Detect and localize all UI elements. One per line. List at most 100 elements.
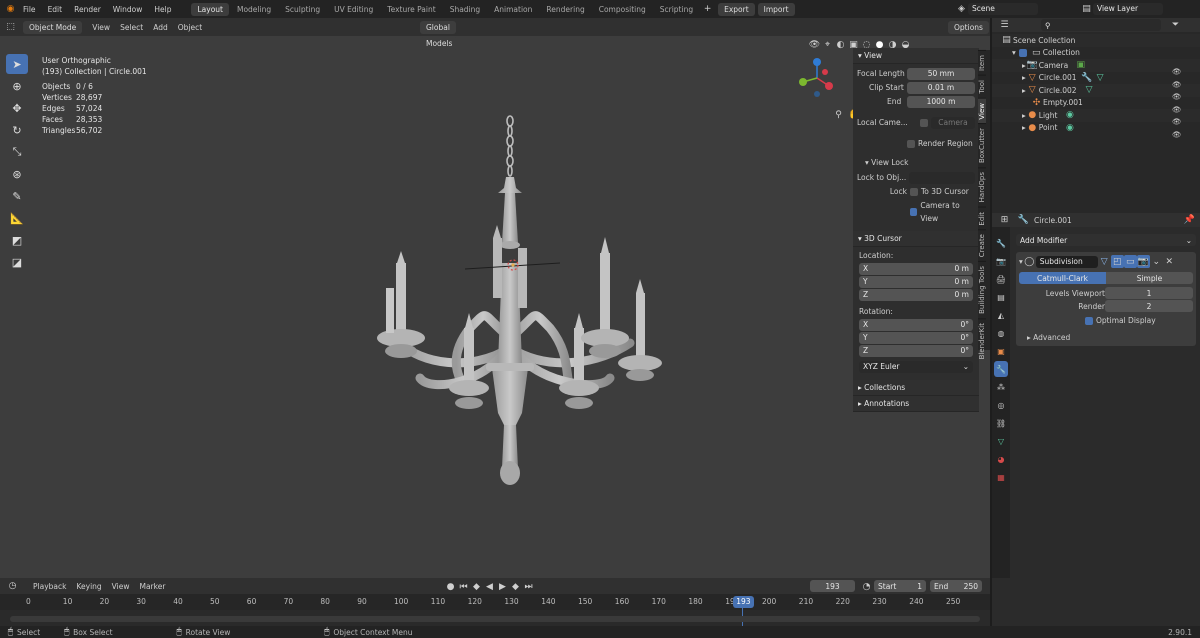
clip-end-field[interactable]: 1000 m: [907, 95, 975, 108]
scene-selector[interactable]: ◈ Scene: [955, 2, 1038, 15]
overlay-icon[interactable]: ◐: [834, 38, 847, 51]
camera-to-view-checkbox[interactable]: [910, 208, 918, 216]
viewport-menu-select[interactable]: Select: [120, 23, 143, 32]
modifier-wrench-icon[interactable]: 🔧: [1081, 71, 1094, 84]
visibility-eye-icon[interactable]: 👁: [1172, 79, 1182, 92]
collections-header[interactable]: ▸ Collections: [853, 380, 979, 396]
tab-create[interactable]: Create: [978, 229, 986, 262]
tab-scripting[interactable]: Scripting: [654, 3, 699, 16]
local-camera-checkbox[interactable]: [920, 118, 928, 127]
options-button[interactable]: Options: [948, 20, 989, 34]
move-tool-icon[interactable]: ✥: [6, 98, 28, 118]
cursor-tool-icon[interactable]: ⊕: [6, 76, 28, 96]
gizmo-icon[interactable]: ⌖: [821, 38, 834, 51]
modifier-props-icon[interactable]: 🔧: [994, 361, 1008, 377]
timeline-scrollbar[interactable]: [10, 616, 980, 622]
play-reverse-icon[interactable]: ◀: [483, 580, 496, 593]
tab-tool[interactable]: Tool: [978, 74, 986, 98]
tab-uv-editing[interactable]: UV Editing: [328, 3, 379, 16]
add-cube-tool-icon[interactable]: ◩: [6, 230, 28, 250]
mesh-data-icon[interactable]: ▽: [1083, 84, 1096, 97]
blender-logo-icon[interactable]: ◉: [4, 3, 17, 16]
particles-props-icon[interactable]: ⁂: [994, 379, 1008, 395]
transform-orientation[interactable]: Global: [420, 20, 456, 34]
tab-rendering[interactable]: Rendering: [540, 3, 590, 16]
next-keyframe-icon[interactable]: ◆: [509, 580, 522, 593]
constraints-props-icon[interactable]: ⛓: [994, 415, 1008, 431]
transform-tool-icon[interactable]: ⊛: [6, 164, 28, 184]
3d-viewport[interactable]: ⬚ Object Mode View Select Add Object Glo…: [0, 18, 990, 578]
cursor-location-y[interactable]: 0 m: [955, 276, 969, 288]
clock-icon[interactable]: ◷: [6, 580, 19, 593]
world-props-icon[interactable]: ◍: [994, 325, 1008, 341]
mesh-data-icon[interactable]: ▽: [1094, 71, 1107, 84]
view-panel-header[interactable]: ▾ View: [853, 48, 979, 64]
visibility-icon[interactable]: 👁: [808, 38, 821, 51]
play-icon[interactable]: ▶: [496, 580, 509, 593]
3d-cursor-header[interactable]: ▾ 3D Cursor: [853, 231, 979, 247]
menu-help[interactable]: Help: [154, 5, 171, 14]
to-3d-cursor-checkbox[interactable]: [910, 187, 918, 196]
viewport-menu-object[interactable]: Object: [178, 23, 202, 32]
close-icon[interactable]: ✕: [1163, 255, 1176, 268]
mode-select[interactable]: Object Mode: [23, 20, 83, 34]
visibility-eye-icon[interactable]: 👁: [1172, 66, 1182, 79]
tab-texture-paint[interactable]: Texture Paint: [381, 3, 441, 16]
clip-start-field[interactable]: 0.01 m: [907, 81, 975, 94]
timeline-menu-view[interactable]: View: [112, 582, 130, 591]
outliner-row-circle-002[interactable]: ▸ ▽ Circle.002 ▽: [992, 84, 1200, 97]
cursor-rotation-z[interactable]: 0°: [960, 345, 969, 357]
timeline-menu-playback[interactable]: Playback: [33, 582, 66, 591]
render-region-checkbox[interactable]: [907, 139, 915, 148]
menu-render[interactable]: Render: [74, 5, 101, 14]
view-layer-name[interactable]: View Layer: [1093, 2, 1163, 15]
scene-name[interactable]: Scene: [968, 2, 1038, 15]
render-levels-field[interactable]: 2: [1105, 300, 1193, 312]
cursor-rotation-y[interactable]: 0°: [960, 332, 969, 344]
view-layer-props-icon[interactable]: ▤: [994, 289, 1008, 305]
tab-shading[interactable]: Shading: [444, 3, 486, 16]
visibility-eye-icon[interactable]: 👁: [1172, 116, 1182, 129]
modifier-name-input[interactable]: Subdivision: [1035, 255, 1098, 268]
visibility-eye-icon[interactable]: 👁: [1172, 104, 1182, 117]
jump-start-icon[interactable]: ⏮: [457, 580, 470, 593]
scale-tool-icon[interactable]: ⤡: [6, 142, 28, 162]
visibility-eye-icon[interactable]: 👁: [1172, 129, 1182, 142]
stopwatch-icon[interactable]: ◔: [860, 580, 873, 593]
lock-to-object-field[interactable]: [909, 171, 975, 184]
view-layer-selector[interactable]: ▤ View Layer: [1080, 2, 1163, 15]
cursor-location-x[interactable]: 0 m: [955, 263, 969, 275]
outliner-search-input[interactable]: ⚲: [1041, 19, 1161, 31]
tab-edit[interactable]: Edit: [978, 206, 986, 230]
tab-blenderkit[interactable]: BlenderKit: [978, 318, 986, 364]
cursor-rotation-x[interactable]: 0°: [960, 319, 969, 331]
tool-props-icon[interactable]: 🔧: [994, 235, 1008, 251]
data-props-icon[interactable]: ▽: [994, 433, 1008, 449]
boxcutter-tool-icon[interactable]: ◪: [6, 252, 28, 272]
tab-hardops[interactable]: HardOps: [978, 167, 986, 207]
camera-data-icon[interactable]: ▣: [1074, 59, 1087, 72]
view-lock-header[interactable]: ▾ View Lock: [853, 155, 979, 169]
realtime-icon[interactable]: ▭: [1123, 255, 1137, 268]
add-modifier-dropdown[interactable]: Add Modifier ⌄: [1016, 234, 1196, 246]
catmull-clark-button[interactable]: Catmull-Clark: [1019, 272, 1106, 284]
timeline-menu-marker[interactable]: Marker: [139, 582, 165, 591]
current-frame-field[interactable]: 193: [810, 580, 855, 592]
tab-sculpting[interactable]: Sculpting: [279, 3, 326, 16]
viewport-menu-add[interactable]: Add: [153, 23, 168, 32]
tab-item[interactable]: Item: [978, 50, 986, 75]
local-camera-field[interactable]: Camera: [931, 116, 975, 129]
playhead[interactable]: 193: [733, 596, 754, 608]
filter-icon[interactable]: ⏷: [1169, 19, 1182, 32]
light-data-icon[interactable]: ◉: [1063, 109, 1076, 122]
render-icon[interactable]: 📷: [1136, 255, 1150, 268]
viewport-menu-view[interactable]: View: [92, 23, 110, 32]
pin-icon[interactable]: 📌: [1183, 214, 1196, 227]
levels-viewport-field[interactable]: 1: [1105, 287, 1193, 299]
editor-type-icon[interactable]: ⬚: [4, 21, 17, 34]
timeline-menu-keying[interactable]: Keying: [76, 582, 101, 591]
cursor-location-z[interactable]: 0 m: [955, 289, 969, 301]
render-props-icon[interactable]: 📷: [994, 253, 1008, 269]
simple-button[interactable]: Simple: [1106, 272, 1193, 284]
menu-window[interactable]: Window: [113, 5, 143, 14]
